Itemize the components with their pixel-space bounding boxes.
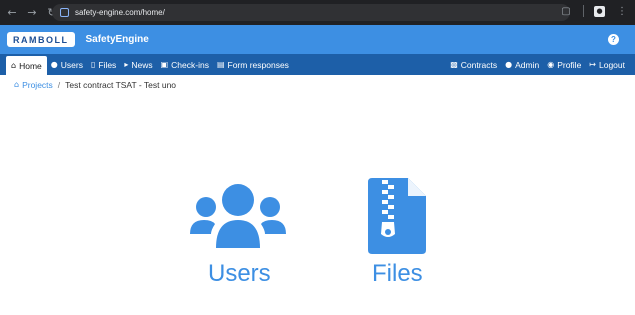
app-header: RAMBOLL SafetyEngine ? xyxy=(0,25,635,54)
users-icon xyxy=(190,184,286,248)
breadcrumb-label: Projects xyxy=(22,80,53,90)
logout-icon: ↦ xyxy=(589,59,596,69)
menu-icon[interactable]: ⋮ xyxy=(615,4,629,18)
nav-item-profile[interactable]: ◉ Profile xyxy=(543,54,585,75)
ramboll-logo[interactable]: RAMBOLL xyxy=(7,32,75,47)
users-tile-label: Users xyxy=(208,260,271,287)
breadcrumb-projects-link[interactable]: ⌂ Projects xyxy=(14,80,53,90)
address-bar[interactable]: safety-engine.com/home/ xyxy=(52,4,570,21)
help-icon[interactable]: ? xyxy=(608,34,619,45)
home-icon: ⌂ xyxy=(11,60,17,70)
forward-arrow-icon[interactable]: → xyxy=(24,5,40,21)
files-tile-label: Files xyxy=(372,260,423,287)
nav-item-files[interactable]: ▯ Files xyxy=(87,54,120,75)
nav-label: Profile xyxy=(557,59,582,70)
nav-label: Users xyxy=(60,59,83,70)
browser-toolbar: ← → ↻ safety-engine.com/home/ ▢ ● ⋮ xyxy=(0,0,635,25)
nav-label: Check-ins xyxy=(171,59,209,70)
nav-item-admin[interactable]: ● Admin xyxy=(501,54,543,75)
home-icon: ⌂ xyxy=(14,80,20,89)
nav-label: Contracts xyxy=(460,59,498,70)
form-icon: ▤ xyxy=(216,59,225,69)
file-icon: ▯ xyxy=(90,59,96,69)
contract-icon: ▩ xyxy=(450,59,458,69)
nav-label: Logout xyxy=(599,59,625,70)
breadcrumb-current: Test contract TSAT - Test uno xyxy=(65,80,177,90)
nav-item-check-ins[interactable]: ▣ Check-ins xyxy=(157,54,213,75)
nav-item-news[interactable]: ▸ News xyxy=(120,54,156,75)
main-nav: ⌂ Home ● Users ▯ Files ▸ News ▣ Check-in… xyxy=(0,54,635,75)
breadcrumb: ⌂ Projects / Test contract TSAT - Test u… xyxy=(14,80,176,90)
nav-label: Form responses xyxy=(227,59,289,70)
profile-icon: ◉ xyxy=(547,59,555,69)
url-text: safety-engine.com/home/ xyxy=(75,8,165,17)
nav-item-logout[interactable]: ↦ Logout xyxy=(585,54,629,75)
nav-item-form-responses[interactable]: ▤ Form responses xyxy=(213,54,293,75)
nav-item-home[interactable]: ⌂ Home xyxy=(6,56,47,75)
toolbar-divider xyxy=(583,5,584,17)
site-settings-icon[interactable] xyxy=(60,8,69,17)
back-arrow-icon[interactable]: ← xyxy=(4,5,20,21)
nav-label: Home xyxy=(19,60,42,71)
checkin-icon: ▣ xyxy=(160,59,169,69)
extensions-icon[interactable]: ▢ xyxy=(559,4,573,18)
app-title[interactable]: SafetyEngine xyxy=(86,34,149,45)
megaphone-icon: ▸ xyxy=(124,59,129,69)
nav-label: Files xyxy=(98,59,117,70)
nav-label: News xyxy=(131,59,153,70)
admin-icon: ● xyxy=(505,59,513,69)
logo-text: RAMBOLL xyxy=(13,34,69,45)
users-icon: ● xyxy=(50,59,58,69)
file-zip-icon xyxy=(368,178,426,254)
profile-icon[interactable]: ● xyxy=(594,5,605,17)
nav-item-contracts[interactable]: ▩ Contracts xyxy=(446,54,501,75)
breadcrumb-separator: / xyxy=(57,80,61,90)
nav-label: Admin xyxy=(515,59,540,70)
nav-item-users[interactable]: ● Users xyxy=(47,54,87,75)
